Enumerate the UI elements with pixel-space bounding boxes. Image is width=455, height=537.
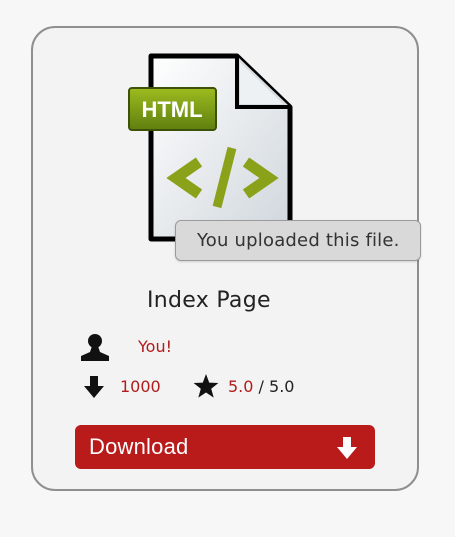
arrow-down-icon (337, 437, 357, 459)
rating-separator: / (253, 377, 270, 396)
rating-value: 5.0 (228, 377, 254, 396)
file-type-label: HTML (141, 97, 202, 122)
html-file-icon: HTML (128, 53, 293, 242)
star-icon (193, 374, 219, 398)
user-icon (81, 334, 109, 361)
download-button[interactable]: Download (75, 425, 375, 469)
uploaded-tooltip: You uploaded this file. (175, 220, 421, 261)
arrow-down-icon (84, 376, 104, 398)
tooltip-text: You uploaded this file. (197, 230, 400, 251)
download-label: Download (89, 434, 189, 459)
file-title: Index Page (147, 288, 271, 313)
downloads-count: 1000 (120, 377, 161, 396)
author-link[interactable]: You! (138, 337, 172, 356)
rating: 5.0 / 5.0 (228, 377, 294, 396)
rating-max: 5.0 (269, 377, 295, 396)
